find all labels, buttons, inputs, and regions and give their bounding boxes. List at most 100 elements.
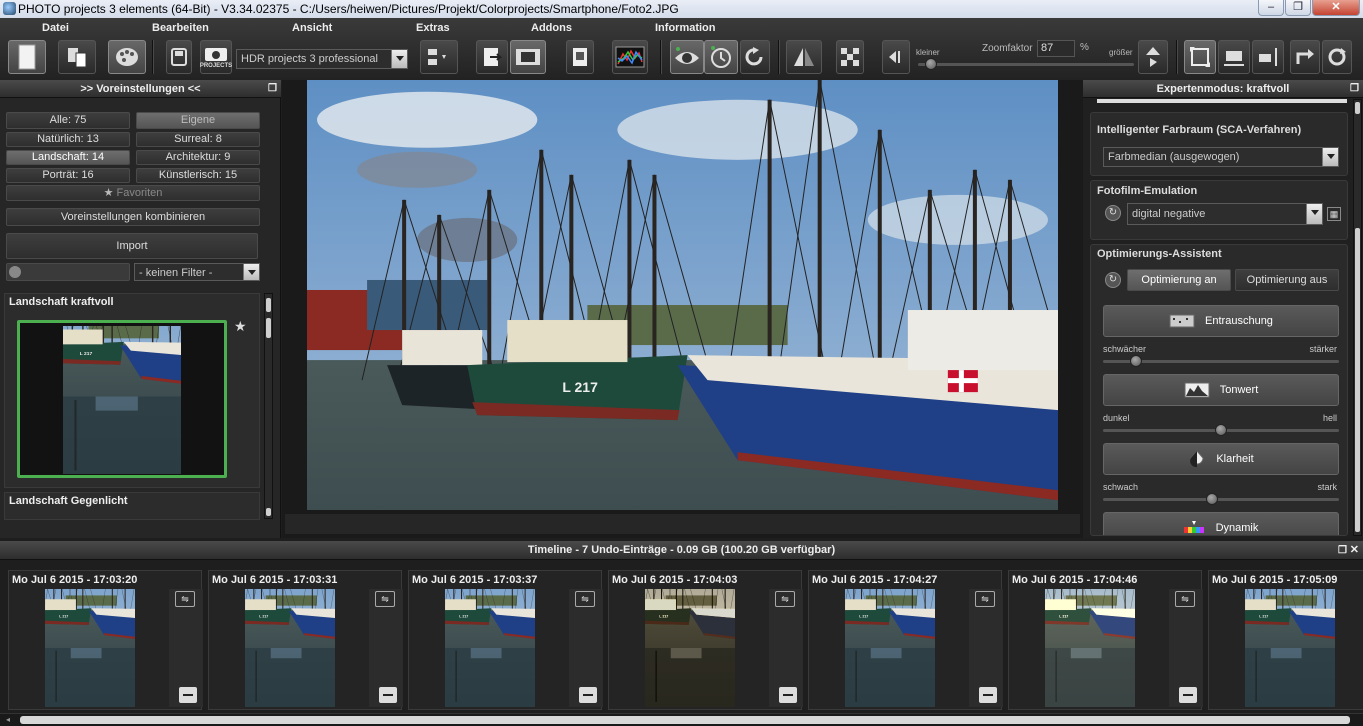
- timeline-entry[interactable]: Mo Jul 6 2015 - 17:03:37 L 217 ⇋: [408, 570, 603, 710]
- timeline-scroll-thumb[interactable]: [20, 716, 1350, 724]
- save-button[interactable]: [166, 40, 192, 74]
- menu-extras[interactable]: Extras: [416, 22, 450, 34]
- print-button[interactable]: [566, 40, 594, 74]
- menu-addons[interactable]: Addons: [531, 22, 572, 34]
- image-canvas[interactable]: L 217: [282, 80, 1083, 538]
- presets-scrollbar[interactable]: [264, 293, 273, 519]
- category-all[interactable]: Alle: 75: [6, 112, 130, 129]
- optimization-on-button[interactable]: Optimierung an: [1127, 269, 1231, 291]
- undock-icon[interactable]: ❐: [268, 80, 277, 98]
- histogram-button[interactable]: [612, 40, 648, 74]
- category-natuerlich[interactable]: Natürlich: 13: [6, 132, 130, 147]
- restore-icon[interactable]: ⇋: [775, 591, 795, 607]
- expert-scrollbar[interactable]: [1353, 99, 1362, 536]
- combine-presets-button[interactable]: Voreinstellungen kombinieren: [6, 208, 260, 226]
- zoom-out-button[interactable]: [882, 40, 910, 74]
- zoom-slider-knob[interactable]: [924, 58, 937, 70]
- preset-thumbnail-frame[interactable]: L 217: [17, 320, 227, 478]
- redo-button[interactable]: [740, 40, 770, 74]
- category-surreal[interactable]: Surreal: 8: [136, 132, 260, 147]
- timeline-thumbnail[interactable]: L 217: [645, 589, 735, 707]
- history-button[interactable]: [704, 40, 738, 74]
- preset-filter-combo[interactable]: - keinen Filter -: [134, 263, 260, 281]
- zoom-slider-track[interactable]: [918, 63, 1134, 66]
- category-landschaft[interactable]: Landschaft: 14: [6, 150, 130, 165]
- favorite-star-icon[interactable]: ★: [234, 318, 247, 335]
- projects-button[interactable]: PROJECTS: [200, 40, 232, 74]
- timeline-thumbnail[interactable]: L 217: [1045, 589, 1135, 707]
- category-architektur[interactable]: Architektur: 9: [136, 150, 260, 165]
- timeline-entry[interactable]: Mo Jul 6 2015 - 17:03:20 L 217 ⇋: [8, 570, 203, 710]
- preset-card-gegenlicht[interactable]: Landschaft Gegenlicht: [4, 492, 260, 520]
- restore-icon[interactable]: ⇋: [375, 591, 395, 607]
- undock-icon[interactable]: ❐: [1350, 80, 1359, 98]
- clarity-button[interactable]: Klarheit: [1103, 443, 1339, 475]
- undock-icon[interactable]: ❐: [1338, 541, 1347, 560]
- hdr-projects-combo[interactable]: HDR projects 3 professional: [236, 49, 408, 69]
- noise-slider-knob[interactable]: [1130, 355, 1143, 367]
- preset-search-input[interactable]: [6, 263, 130, 281]
- rotate-crop-button[interactable]: [1184, 40, 1216, 74]
- timeline-entry[interactable]: Mo Jul 6 2015 - 17:04:03 L 217 ⇋: [608, 570, 803, 710]
- zoom-in-button[interactable]: [1138, 40, 1168, 74]
- preview-eye-button[interactable]: [670, 40, 704, 74]
- restore-icon[interactable]: ⇋: [175, 591, 195, 607]
- timeline-thumbnail[interactable]: L 217: [45, 589, 135, 707]
- rotate-left-button[interactable]: [1290, 40, 1320, 74]
- delete-entry-icon[interactable]: [379, 687, 397, 703]
- restore-icon[interactable]: ⇋: [575, 591, 595, 607]
- category-portraet[interactable]: Porträt: 16: [6, 168, 130, 183]
- clarity-slider-track[interactable]: [1103, 498, 1339, 501]
- tone-slider-knob[interactable]: [1215, 424, 1227, 436]
- menu-ansicht[interactable]: Ansicht: [292, 22, 332, 34]
- export-button[interactable]: [476, 40, 508, 74]
- delete-entry-icon[interactable]: [979, 687, 997, 703]
- scroll-left-icon[interactable]: ◂: [6, 716, 14, 724]
- new-document-button[interactable]: [8, 40, 46, 74]
- timeline-thumbnail[interactable]: L 217: [845, 589, 935, 707]
- checker-button[interactable]: [836, 40, 864, 74]
- import-button[interactable]: Import: [6, 233, 258, 259]
- tone-button[interactable]: Tonwert: [1103, 374, 1339, 406]
- refresh-icon[interactable]: ↻: [1105, 205, 1121, 221]
- mirror-button[interactable]: [786, 40, 822, 74]
- menu-bearbeiten[interactable]: Bearbeiten: [152, 22, 209, 34]
- noise-reduction-button[interactable]: Entrauschung: [1103, 305, 1339, 337]
- batch-button[interactable]: [420, 40, 458, 74]
- maximize-button[interactable]: ❐: [1285, 0, 1311, 16]
- restore-icon[interactable]: ⇋: [975, 591, 995, 607]
- delete-entry-icon[interactable]: [579, 687, 597, 703]
- favorites-button[interactable]: ★ Favoriten: [6, 185, 260, 201]
- palette-button[interactable]: [108, 40, 146, 74]
- compare-button[interactable]: [58, 40, 96, 74]
- timeline-scrollbar[interactable]: ◂: [0, 713, 1363, 726]
- refresh-icon[interactable]: ↻: [1105, 272, 1121, 288]
- timeline-entry[interactable]: Mo Jul 6 2015 - 17:04:27 L 217 ⇋: [808, 570, 1003, 710]
- optimization-off-button[interactable]: Optimierung aus: [1235, 269, 1339, 291]
- close-icon[interactable]: ✕: [1350, 541, 1359, 560]
- timeline-entry[interactable]: Mo Jul 6 2015 - 17:04:46 L 217 ⇋: [1008, 570, 1203, 710]
- film-combo[interactable]: digital negative: [1127, 203, 1323, 225]
- delete-entry-icon[interactable]: [179, 687, 197, 703]
- preset-card-kraftvoll[interactable]: Landschaft kraftvoll L 217 ★: [4, 293, 260, 488]
- dynamic-button[interactable]: Dynamik: [1103, 512, 1339, 535]
- timeline-entry[interactable]: Mo Jul 6 2015 - 17:05:09L 217⇋: [1208, 570, 1363, 710]
- restore-icon[interactable]: ⇋: [1175, 591, 1195, 607]
- minimize-button[interactable]: –: [1258, 0, 1284, 16]
- rotate-right-button[interactable]: [1322, 40, 1352, 74]
- fit-width-button[interactable]: [1218, 40, 1250, 74]
- fit-height-button[interactable]: [1252, 40, 1284, 74]
- close-button[interactable]: ✕: [1312, 0, 1360, 16]
- category-eigene[interactable]: Eigene: [136, 112, 260, 129]
- timeline-thumbnail[interactable]: L 217: [1245, 589, 1335, 707]
- timeline-thumbnail[interactable]: L 217: [445, 589, 535, 707]
- film-settings-icon[interactable]: ▦: [1327, 207, 1341, 221]
- menu-datei[interactable]: Datei: [42, 22, 69, 34]
- clarity-slider-knob[interactable]: [1205, 493, 1218, 505]
- sca-combo[interactable]: Farbmedian (ausgewogen): [1103, 147, 1339, 167]
- category-kuenstlerisch[interactable]: Künstlerisch: 15: [136, 168, 260, 183]
- filmstrip-button[interactable]: [510, 40, 546, 74]
- delete-entry-icon[interactable]: [1179, 687, 1197, 703]
- timeline-thumbnail[interactable]: L 217: [245, 589, 335, 707]
- zoom-input[interactable]: 87: [1037, 40, 1075, 57]
